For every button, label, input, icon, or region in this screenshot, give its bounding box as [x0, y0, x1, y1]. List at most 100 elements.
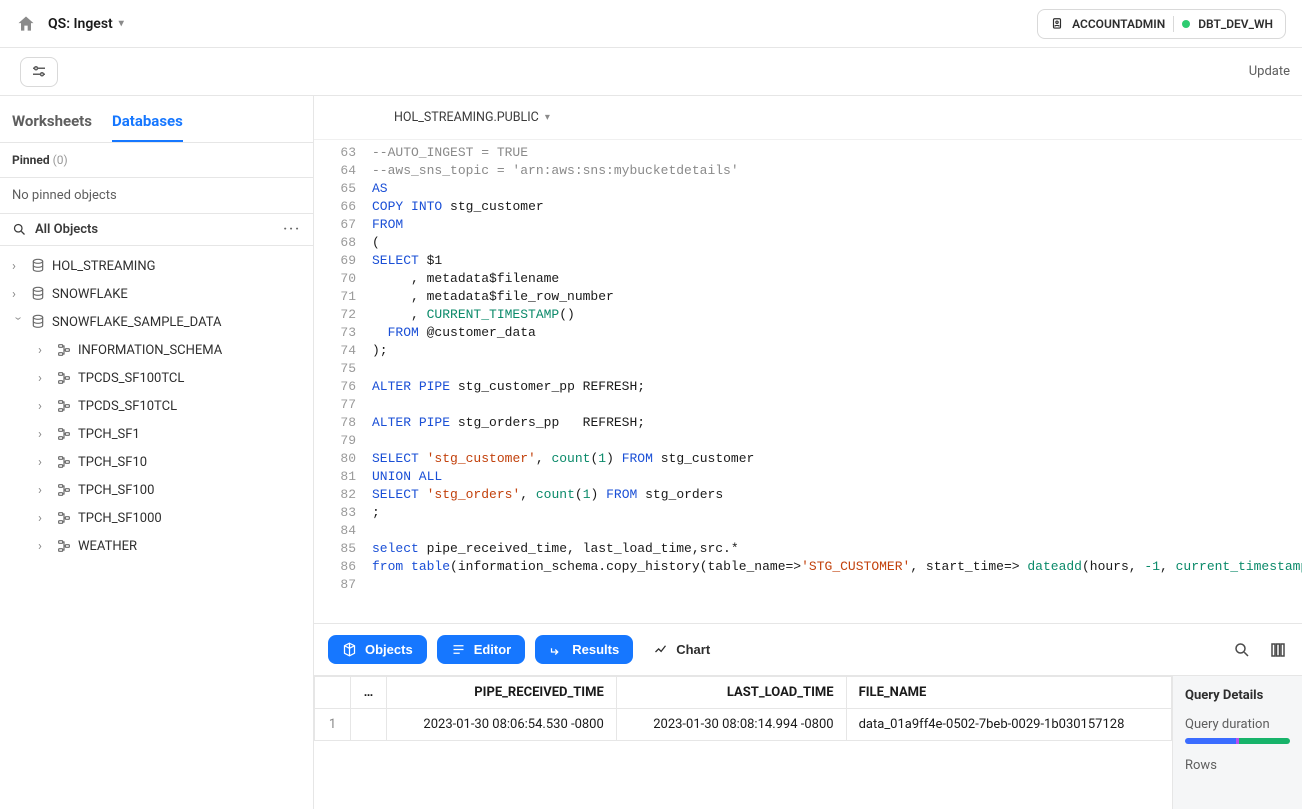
code-line[interactable]: 68(: [314, 234, 1302, 252]
code-content: AS: [372, 180, 388, 198]
tree-db-sample-data[interactable]: › SNOWFLAKE_SAMPLE_DATA: [0, 308, 313, 336]
search-icon[interactable]: [1232, 640, 1252, 660]
code-line[interactable]: 66COPY INTO stg_customer: [314, 198, 1302, 216]
code-line[interactable]: 79: [314, 432, 1302, 450]
tree-schema[interactable]: ›TPCH_SF10: [0, 448, 313, 476]
schema-icon: [56, 482, 72, 498]
code-line[interactable]: 72 , CURRENT_TIMESTAMP(): [314, 306, 1302, 324]
code-line[interactable]: 83;: [314, 504, 1302, 522]
tab-worksheets[interactable]: Worksheets: [12, 106, 92, 142]
code-line[interactable]: 77: [314, 396, 1302, 414]
line-number: 67: [314, 216, 372, 234]
caret-down-icon: ▾: [545, 112, 550, 123]
col-header[interactable]: PIPE_RECEIVED_TIME: [387, 677, 617, 709]
code-content: ALTER PIPE stg_orders_pp REFRESH;: [372, 414, 645, 432]
context-pill[interactable]: ACCOUNTADMIN DBT_DEV_WH: [1037, 9, 1286, 39]
tree-schema[interactable]: ›INFORMATION_SCHEMA: [0, 336, 313, 364]
more-icon[interactable]: ···: [283, 222, 301, 237]
line-number: 85: [314, 540, 372, 558]
code-line[interactable]: 65AS: [314, 180, 1302, 198]
row-number: 1: [315, 709, 351, 741]
line-number: 66: [314, 198, 372, 216]
code-line[interactable]: 73 FROM @customer_data: [314, 324, 1302, 342]
tree-db-snowflake[interactable]: › SNOWFLAKE: [0, 280, 313, 308]
warehouse-status-dot: [1182, 20, 1190, 28]
line-number: 83: [314, 504, 372, 522]
line-number: 82: [314, 486, 372, 504]
worksheet-title-text: QS: Ingest: [48, 16, 113, 32]
chevron-right-icon: ›: [38, 483, 50, 498]
chart-button[interactable]: Chart: [643, 635, 720, 664]
code-line[interactable]: 81UNION ALL: [314, 468, 1302, 486]
editor-button[interactable]: Editor: [437, 635, 526, 664]
tree-schema[interactable]: ›TPCH_SF1: [0, 420, 313, 448]
context-selector[interactable]: HOL_STREAMING.PUBLIC ▾: [314, 96, 1302, 140]
search-icon[interactable]: [12, 222, 27, 237]
database-icon: [30, 286, 46, 302]
tree-schema[interactable]: ›TPCDS_SF100TCL: [0, 364, 313, 392]
code-content: ALTER PIPE stg_customer_pp REFRESH;: [372, 378, 645, 396]
code-line[interactable]: 87: [314, 576, 1302, 594]
line-number: 78: [314, 414, 372, 432]
code-content: , metadata$file_row_number: [372, 288, 614, 306]
warehouse-name: DBT_DEV_WH: [1198, 17, 1273, 31]
code-line[interactable]: 84: [314, 522, 1302, 540]
column-menu-header[interactable]: …: [351, 677, 387, 709]
code-line[interactable]: 63--AUTO_INGEST = TRUE: [314, 144, 1302, 162]
code-line[interactable]: 86from table(information_schema.copy_his…: [314, 558, 1302, 576]
row-number-header: [315, 677, 351, 709]
results-table[interactable]: … PIPE_RECEIVED_TIME LAST_LOAD_TIME FILE…: [314, 676, 1172, 809]
tree-schema[interactable]: ›TPCDS_SF10TCL: [0, 392, 313, 420]
code-line[interactable]: 80SELECT 'stg_customer', count(1) FROM s…: [314, 450, 1302, 468]
code-line[interactable]: 74);: [314, 342, 1302, 360]
chevron-right-icon: ›: [38, 427, 50, 442]
code-line[interactable]: 75: [314, 360, 1302, 378]
tree-label: SNOWFLAKE: [52, 287, 128, 302]
code-editor[interactable]: 63--AUTO_INGEST = TRUE64--aws_sns_topic …: [314, 140, 1302, 623]
results-pane: … PIPE_RECEIVED_TIME LAST_LOAD_TIME FILE…: [314, 675, 1302, 809]
code-content: FROM: [372, 216, 403, 234]
line-number: 65: [314, 180, 372, 198]
query-details-pane: Query Details Query duration Rows: [1172, 676, 1302, 809]
pinned-empty: No pinned objects: [0, 178, 313, 214]
code-line[interactable]: 70 , metadata$filename: [314, 270, 1302, 288]
code-line[interactable]: 78ALTER PIPE stg_orders_pp REFRESH;: [314, 414, 1302, 432]
code-line[interactable]: 64--aws_sns_topic = 'arn:aws:sns:mybucke…: [314, 162, 1302, 180]
code-content: SELECT 'stg_orders', count(1) FROM stg_o…: [372, 486, 723, 504]
tree-schema[interactable]: ›TPCH_SF1000: [0, 504, 313, 532]
top-bar: QS: Ingest ▾ ACCOUNTADMIN DBT_DEV_WH: [0, 0, 1302, 48]
tab-databases[interactable]: Databases: [112, 106, 183, 142]
tree-schema[interactable]: ›TPCH_SF100: [0, 476, 313, 504]
objects-label: Objects: [365, 642, 413, 657]
code-content: UNION ALL: [372, 468, 442, 486]
code-line[interactable]: 85select pipe_received_time, last_load_t…: [314, 540, 1302, 558]
code-line[interactable]: 69SELECT $1: [314, 252, 1302, 270]
home-icon[interactable]: [16, 14, 36, 34]
schema-icon: [56, 370, 72, 386]
table-row[interactable]: 1 2023-01-30 08:06:54.530 -0800 2023-01-…: [315, 709, 1172, 741]
database-icon: [30, 314, 46, 330]
worksheet-title[interactable]: QS: Ingest ▾: [48, 16, 124, 32]
line-number: 63: [314, 144, 372, 162]
database-icon: [30, 258, 46, 274]
code-line[interactable]: 71 , metadata$file_row_number: [314, 288, 1302, 306]
code-line[interactable]: 76ALTER PIPE stg_customer_pp REFRESH;: [314, 378, 1302, 396]
chart-icon: [653, 642, 668, 657]
code-content: FROM @customer_data: [372, 324, 536, 342]
tree-schema[interactable]: ›WEATHER: [0, 532, 313, 560]
code-content: COPY INTO stg_customer: [372, 198, 544, 216]
line-number: 69: [314, 252, 372, 270]
code-line[interactable]: 82SELECT 'stg_orders', count(1) FROM stg…: [314, 486, 1302, 504]
code-line[interactable]: 67FROM: [314, 216, 1302, 234]
col-header[interactable]: LAST_LOAD_TIME: [616, 677, 846, 709]
col-header[interactable]: FILE_NAME: [846, 677, 1171, 709]
all-objects-header[interactable]: All Objects ···: [0, 214, 313, 246]
line-number: 75: [314, 360, 372, 378]
chevron-right-icon: ›: [12, 287, 24, 302]
results-button[interactable]: Results: [535, 635, 633, 664]
tree-db-hol-streaming[interactable]: › HOL_STREAMING: [0, 252, 313, 280]
objects-button[interactable]: Objects: [328, 635, 427, 664]
columns-icon[interactable]: [1268, 640, 1288, 660]
filter-button[interactable]: [20, 57, 58, 87]
results-toolbar: Objects Editor Results Chart: [314, 623, 1302, 675]
